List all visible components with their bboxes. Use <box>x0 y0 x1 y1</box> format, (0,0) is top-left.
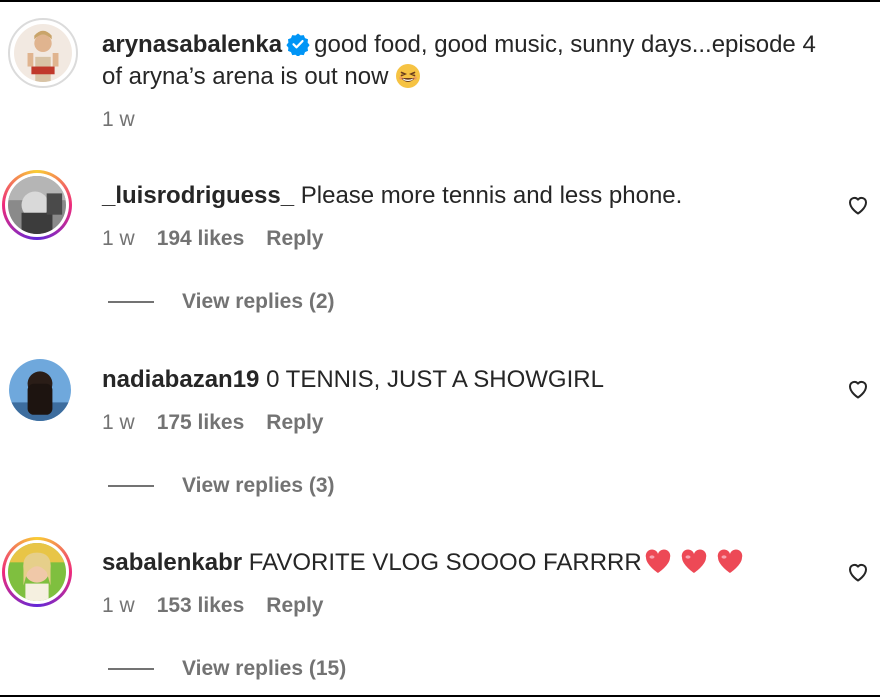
reply-button[interactable]: Reply <box>266 411 323 435</box>
reply-button[interactable]: Reply <box>266 594 323 618</box>
comment-body: 0 TENNIS, JUST A SHOWGIRL <box>266 366 604 393</box>
comment-timestamp: 1 w <box>102 411 135 434</box>
post-author-avatar[interactable] <box>8 18 78 88</box>
avatar-image <box>14 24 72 82</box>
view-replies-label[interactable]: View replies (2) <box>182 290 335 314</box>
verified-badge-icon <box>286 33 310 56</box>
post-caption-text: arynasabalenka good food, good music, sun… <box>102 29 842 93</box>
view-replies-label[interactable]: View replies (3) <box>182 474 335 498</box>
comment-avatar[interactable] <box>9 359 71 421</box>
top-border <box>0 0 880 2</box>
grinning-squinting-face-emoji <box>396 64 421 88</box>
comment-username[interactable]: nadiabazan19 <box>102 366 259 393</box>
comment-username[interactable]: sabalenkabr <box>102 549 242 576</box>
comment-body: FAVORITE VLOG SOOOO FARRRR <box>248 549 642 576</box>
post-timestamp: 1 w <box>102 108 135 131</box>
comment-avatar[interactable] <box>2 537 72 607</box>
replies-divider-line <box>108 485 154 487</box>
avatar-image <box>8 176 66 234</box>
like-heart-icon[interactable] <box>846 377 870 401</box>
comment-timestamp: 1 w <box>102 594 135 617</box>
comment-text: nadiabazan19 0 TENNIS, JUST A SHOWGIRL <box>102 364 842 396</box>
like-heart-icon[interactable] <box>846 560 870 584</box>
comment-body: Please more tennis and less phone. <box>300 182 683 209</box>
comment-likes[interactable]: 153 likes <box>157 594 245 618</box>
view-replies-button[interactable]: View replies (15) <box>108 657 346 681</box>
avatar-image <box>9 359 71 421</box>
reply-button[interactable]: Reply <box>266 227 323 251</box>
view-replies-button[interactable]: View replies (2) <box>108 290 335 314</box>
comment-timestamp: 1 w <box>102 227 135 250</box>
post-username[interactable]: arynasabalenka <box>102 31 282 58</box>
view-replies-button[interactable]: View replies (3) <box>108 474 335 498</box>
comment-meta: 1 w 194 likes Reply <box>102 227 323 251</box>
replies-divider-line <box>108 668 154 670</box>
comment-text: _luisrodriguess_ Please more tennis and … <box>102 180 842 212</box>
like-heart-icon[interactable] <box>846 193 870 217</box>
post-meta: 1 w <box>102 108 135 132</box>
comment-username[interactable]: _luisrodriguess_ <box>102 182 294 209</box>
replies-divider-line <box>108 301 154 303</box>
red-heart-emoji <box>645 549 670 573</box>
heart-emoji-group <box>644 549 744 575</box>
view-replies-label[interactable]: View replies (15) <box>182 657 346 681</box>
comment-meta: 1 w 175 likes Reply <box>102 411 323 435</box>
comment-avatar[interactable] <box>2 170 72 240</box>
comment-text: sabalenkabr FAVORITE VLOG SOOOO FARRRR <box>102 547 842 579</box>
red-heart-emoji <box>717 549 742 573</box>
avatar-image <box>8 543 66 601</box>
comment-likes[interactable]: 175 likes <box>157 411 245 435</box>
comment-meta: 1 w 153 likes Reply <box>102 594 323 618</box>
red-heart-emoji <box>681 549 706 573</box>
comment-likes[interactable]: 194 likes <box>157 227 245 251</box>
